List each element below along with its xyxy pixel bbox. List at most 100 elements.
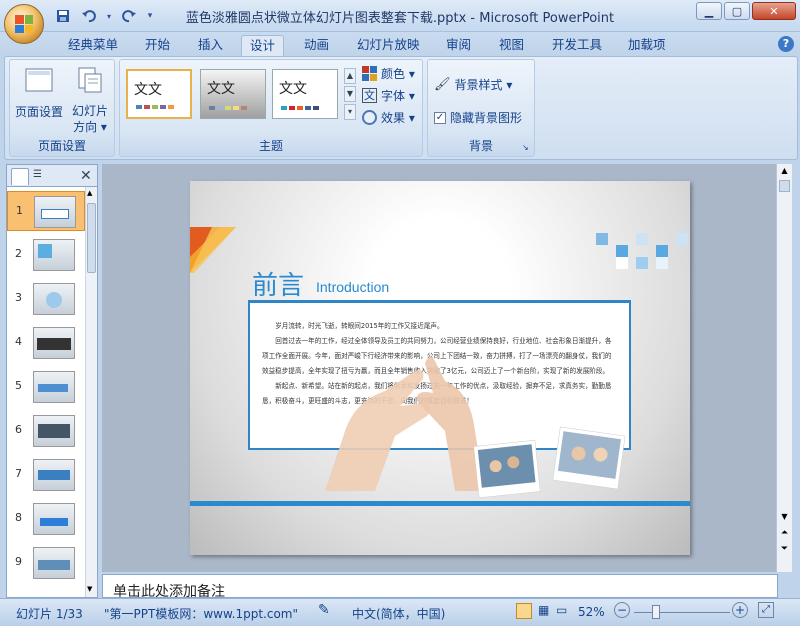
slide-thumb-image [33,547,75,579]
slide-title-en: Introduction [316,279,390,295]
zoom-level[interactable]: 52% [578,605,605,619]
slide-thumb-8[interactable]: 8 [7,499,85,539]
scroll-down-icon[interactable]: ▼ [779,512,790,524]
theme-thumb-3[interactable]: 文文 [272,69,338,119]
tab-animation[interactable]: 动画 [296,35,337,56]
slide-thumb-6[interactable]: 6 [7,411,85,451]
slides-pane: ☰ ✕ 1 2 3 4 5 6 7 8 9 ▲ ▼ [6,164,98,598]
ribbon: 页面设置 幻灯片 方向 ▾ 页面设置 文文 文文 文文 ▲ ▼ ▾ 颜色 ▾ 文… [4,56,798,160]
slide-thumb-image [33,283,75,315]
notes-pane[interactable]: 单击此处添加备注 [102,574,778,598]
slide-title-cn: 前言 [252,271,305,301]
theme-thumb-2[interactable]: 文文 [200,69,266,119]
theme-colors-button[interactable]: 颜色 ▾ [362,65,415,82]
slide-counter: 幻灯片 1/33 [16,607,83,621]
team-photo-1 [473,439,541,499]
hide-background-graphics-checkbox[interactable]: ✓ 隐藏背景图形 [434,109,522,126]
undo-dropdown-icon[interactable]: ▾ [104,6,114,26]
background-group: 🖌 背景样式 ▾ ✓ 隐藏背景图形 背景 ↘ [427,59,535,157]
team-photo-2 [552,426,626,490]
theme-effects-button[interactable]: 效果 ▾ [362,109,415,126]
outline-tab-icon[interactable]: ☰ [33,169,51,184]
close-icon[interactable]: ✕ [752,2,796,20]
slide-thumbnails: 1 2 3 4 5 6 7 8 9 [7,187,85,597]
theme-more-icon[interactable]: ▾ [344,104,356,120]
customize-qat-icon[interactable]: ▾ [144,6,156,26]
language-indicator[interactable]: 中文(简体，中国) [352,605,445,622]
office-logo-icon [15,15,33,33]
blue-divider-bar [190,501,690,506]
scroll-thumb[interactable] [779,180,790,192]
slide-thumb-5[interactable]: 5 [7,367,85,407]
hands-photo [325,356,485,491]
slide-thumb-7[interactable]: 7 [7,455,85,495]
page-setup-icon [25,68,53,92]
maximize-icon[interactable]: ▢ [724,2,750,20]
theme-scroll-down-icon[interactable]: ▼ [344,86,356,102]
save-icon[interactable] [52,6,74,26]
zoom-slider-handle[interactable] [652,605,661,619]
window-title: 蓝色淡雅圆点状微立体幻灯片图表整套下载.pptx - Microsoft Pow… [185,11,615,26]
blue-squares-decoration [596,233,688,269]
slide-orientation-button[interactable]: 幻灯片 方向 ▾ [70,66,110,135]
effects-icon [362,110,377,125]
spellcheck-icon[interactable]: ✎ [318,602,330,618]
help-icon[interactable]: ? [778,36,794,52]
slideshow-view-icon[interactable]: ▭ [556,603,567,617]
tab-insert[interactable]: 插入 [190,35,231,56]
slide-orientation-icon [78,67,102,93]
theme-name: "第一PPT模板网：www.1ppt.com" [104,607,299,621]
slide-thumb-4[interactable]: 4 [7,323,85,363]
close-pane-icon[interactable]: ✕ [80,168,92,184]
page-setup-button[interactable]: 页面设置 [14,66,64,120]
theme-fonts-button[interactable]: 文 字体 ▾ [362,87,415,104]
pane-tabs: ☰ ✕ [7,165,97,187]
tab-design[interactable]: 设计 [241,35,285,56]
ribbon-tabs: 经典菜单 开始 插入 设计 动画 幻灯片放映 审阅 视图 开发工具 加载项 ? [0,32,800,56]
background-styles-button[interactable]: 🖌 背景样式 ▾ [434,76,512,93]
scroll-down-icon[interactable]: ▼ [87,585,96,595]
slide-thumb-1[interactable]: 1 [7,191,85,231]
theme-scroll-up-icon[interactable]: ▲ [344,68,356,84]
tab-slideshow[interactable]: 幻灯片放映 [349,35,428,56]
slide-canvas[interactable]: 前言 Introduction 岁月流转，时光飞逝，转眼间2015年的工作又接近… [190,181,690,555]
slide-sorter-icon[interactable]: ▦ [538,603,549,617]
slides-pane-scrollbar[interactable]: ▲ ▼ [85,187,97,597]
slides-tab-icon[interactable] [11,168,29,185]
slide-thumb-3[interactable]: 3 [7,279,85,319]
background-label: 背景 [468,139,493,153]
dialog-launcher-icon[interactable]: ↘ [522,143,531,152]
scroll-up-icon[interactable]: ▲ [87,189,96,199]
next-slide-icon[interactable]: ⏷ [779,544,790,558]
scroll-up-icon[interactable]: ▲ [779,166,790,178]
office-button[interactable] [4,4,44,44]
scroll-thumb[interactable] [87,203,96,273]
zoom-in-icon[interactable]: + [732,602,748,618]
tab-classic-menu[interactable]: 经典菜单 [60,35,126,56]
tab-home[interactable]: 开始 [137,35,178,56]
tab-review[interactable]: 审阅 [438,35,479,56]
zoom-out-icon[interactable]: − [614,602,630,618]
undo-icon[interactable] [78,6,100,26]
slide-thumb-2[interactable]: 2 [7,235,85,275]
status-bar: 幻灯片 1/33 "第一PPT模板网：www.1ppt.com" ✎ 中文(简体… [0,598,800,626]
page-setup-group: 页面设置 幻灯片 方向 ▾ 页面设置 [9,59,115,157]
window-controls: ▁ ▢ ✕ [696,2,796,20]
colors-icon [362,66,377,81]
slide-thumb-image [33,327,75,359]
tab-view[interactable]: 视图 [491,35,532,56]
checkbox-checked-icon: ✓ [434,111,446,124]
fit-to-window-icon[interactable]: ⤢ [758,602,774,618]
theme-thumb-1[interactable]: 文文 [126,69,192,119]
background-styles-icon: 🖌 [434,77,451,92]
zoom-slider[interactable] [634,612,730,613]
minimize-icon[interactable]: ▁ [696,2,722,20]
previous-slide-icon[interactable]: ⏶ [779,528,790,542]
theme-group: 文文 文文 文文 ▲ ▼ ▾ 颜色 ▾ 文 字体 ▾ 效果 ▾ 主题 [119,59,423,157]
slide-thumb-9[interactable]: 9 [7,543,85,583]
slide-vertical-scrollbar[interactable]: ▲ ▼ ⏶ ⏷ [776,164,792,572]
tab-developer[interactable]: 开发工具 [544,35,610,56]
tab-addins[interactable]: 加载项 [620,35,674,56]
normal-view-icon[interactable] [516,603,532,619]
redo-icon[interactable] [118,6,140,26]
